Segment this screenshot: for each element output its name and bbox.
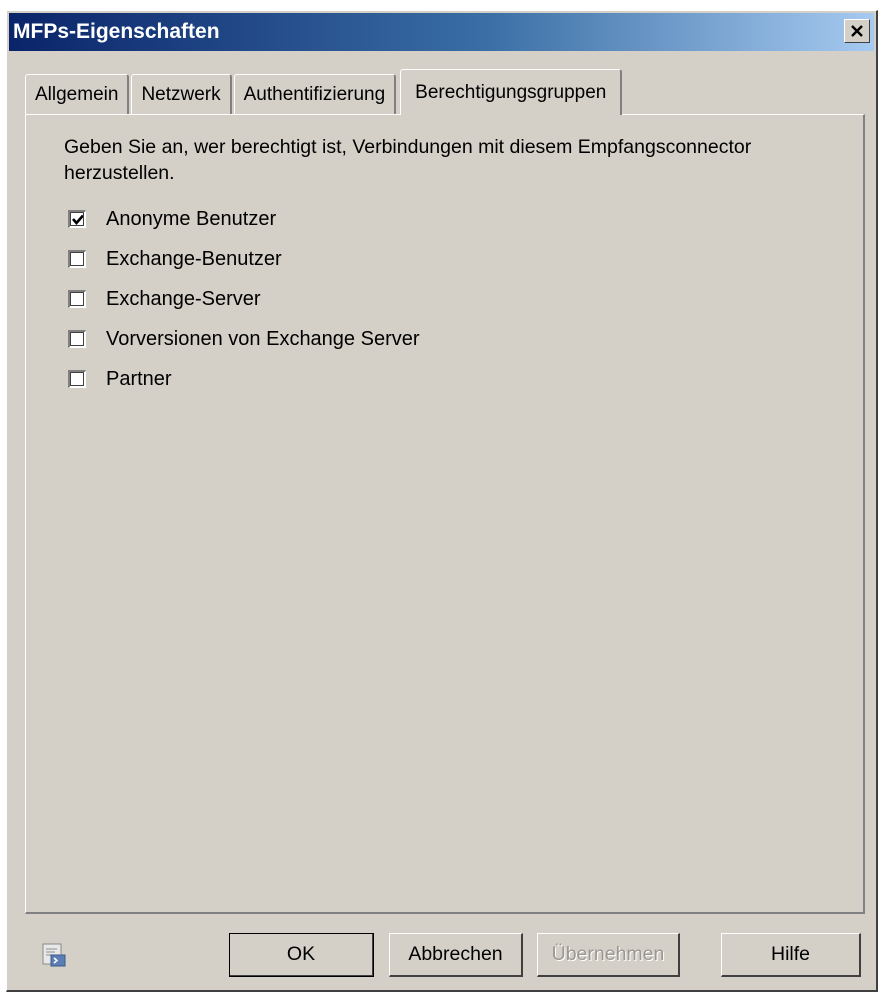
properties-dialog: MFPs-Eigenschaften Allgemein Netzwerk Au… [6, 10, 878, 992]
cancel-label: Abbrechen [408, 943, 503, 965]
ok-button[interactable]: OK [229, 933, 374, 977]
tab-panel: Geben Sie an, wer berechtigt ist, Verbin… [25, 114, 865, 914]
option-partner[interactable]: Partner [68, 359, 420, 399]
close-button[interactable] [844, 19, 870, 43]
checkbox[interactable] [68, 290, 86, 308]
tab-netzwerk[interactable]: Netzwerk [131, 74, 232, 114]
window-title: MFPs-Eigenschaften [13, 20, 220, 43]
option-label: Exchange-Server [106, 287, 261, 310]
option-vorversionen[interactable]: Vorversionen von Exchange Server [68, 319, 420, 359]
apply-button[interactable]: Übernehmen [537, 933, 680, 977]
checkbox[interactable] [68, 210, 86, 228]
cancel-button[interactable]: Abbrechen [389, 933, 523, 977]
checkbox[interactable] [68, 250, 86, 268]
option-label: Partner [106, 367, 172, 390]
help-label: Hilfe [770, 943, 810, 965]
permission-group-list: Anonyme Benutzer Exchange-Benutzer Excha… [68, 199, 420, 399]
option-label: Exchange-Benutzer [106, 247, 282, 270]
tab-allgemein[interactable]: Allgemein [25, 74, 130, 114]
checkbox[interactable] [68, 330, 86, 348]
option-exchange-server[interactable]: Exchange-Server [68, 279, 420, 319]
option-label: Vorversionen von Exchange Server [106, 327, 420, 350]
apply-label: Übernehmen [551, 943, 665, 965]
tab-label: Berechtigungsgruppen [415, 81, 607, 103]
title-bar: MFPs-Eigenschaften [9, 13, 874, 51]
powershell-icon[interactable] [41, 942, 67, 968]
checkmark-icon [71, 214, 84, 225]
option-label: Anonyme Benutzer [106, 207, 277, 230]
tab-label: Allgemein [35, 83, 119, 105]
tab-authentifizierung[interactable]: Authentifizierung [233, 74, 397, 114]
option-exchange-benutzer[interactable]: Exchange-Benutzer [68, 239, 420, 279]
ok-label: OK [286, 943, 316, 965]
tab-label: Authentifizierung [243, 83, 386, 105]
checkbox[interactable] [68, 370, 86, 388]
close-icon [851, 25, 863, 37]
tab-label: Netzwerk [141, 83, 221, 105]
button-row: OK Abbrechen Übernehmen Hilfe [7, 924, 879, 980]
tab-strip: Allgemein Netzwerk Authentifizierung Ber… [25, 68, 624, 115]
tab-berechtigungsgruppen[interactable]: Berechtigungsgruppen [400, 69, 623, 115]
permission-description: Geben Sie an, wer berechtigt ist, Verbin… [64, 136, 752, 184]
option-anonyme-benutzer[interactable]: Anonyme Benutzer [68, 199, 420, 239]
help-button[interactable]: Hilfe [721, 933, 861, 977]
